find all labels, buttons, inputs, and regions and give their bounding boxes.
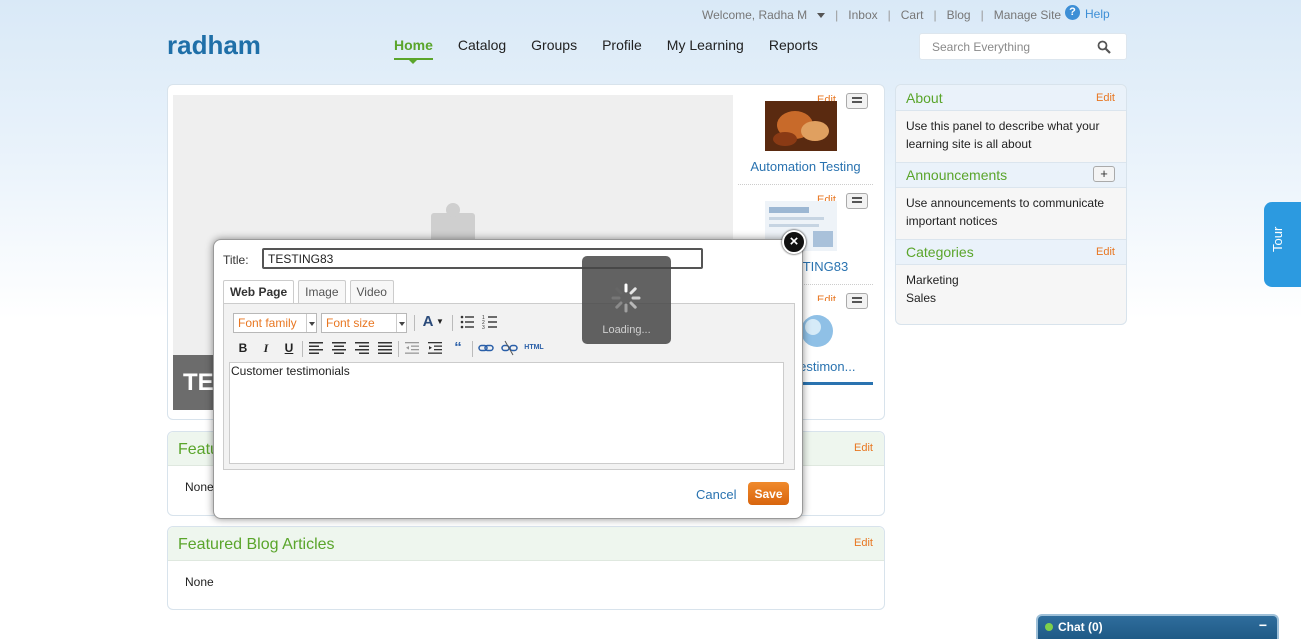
unlink-icon[interactable] (500, 339, 518, 357)
spinner-icon (611, 283, 641, 313)
categories-section: Categories Edit Marketing Sales (896, 239, 1126, 319)
editor-content: Customer testimonials (231, 364, 350, 378)
slide-thumbnail-image[interactable] (765, 101, 837, 151)
tour-label: Tour (1270, 226, 1285, 252)
link-icon[interactable] (477, 339, 495, 357)
featured-blog-edit-link[interactable]: Edit (854, 537, 873, 549)
slide-menu-button[interactable] (846, 293, 868, 309)
search-box (919, 33, 1127, 60)
manage-site-link[interactable]: Manage Site (994, 8, 1061, 22)
align-right-icon[interactable] (353, 339, 371, 357)
loading-text: Loading... (602, 324, 651, 336)
bullet-list-icon[interactable] (458, 313, 476, 331)
about-edit-link[interactable]: Edit (1096, 92, 1115, 104)
featured-courses-empty: None (185, 480, 214, 494)
help-link[interactable]: Help (1085, 7, 1110, 21)
category-item[interactable]: Marketing (906, 271, 1116, 289)
title-label: Title: (223, 253, 249, 267)
nav-my-learning[interactable]: My Learning (667, 37, 744, 60)
outdent-icon[interactable] (403, 339, 421, 357)
sidebar: About Edit Use this panel to describe wh… (895, 84, 1127, 325)
search-icon[interactable] (1097, 40, 1111, 54)
align-left-icon[interactable] (307, 339, 325, 357)
help-icon[interactable]: ? (1065, 5, 1080, 20)
save-button[interactable]: Save (748, 482, 789, 505)
featured-blog-title: Featured Blog Articles (178, 536, 335, 553)
announcements-title: Announcements (906, 167, 1008, 183)
welcome-user-menu[interactable]: Welcome, Radha M (702, 8, 807, 22)
categories-title: Categories (906, 244, 974, 260)
minimize-icon[interactable]: − (1259, 617, 1267, 633)
nav-home[interactable]: Home (394, 37, 433, 64)
nav-profile[interactable]: Profile (602, 37, 642, 60)
cancel-button[interactable]: Cancel (696, 487, 736, 502)
bold-icon[interactable]: B (234, 339, 252, 357)
category-item[interactable]: Sales (906, 289, 1116, 307)
utility-bar: Welcome, Radha M | Inbox | Cart | Blog |… (702, 8, 1062, 22)
svg-text:3: 3 (482, 325, 485, 331)
font-size-select[interactable]: Font size (321, 313, 407, 333)
tab-web-page[interactable]: Web Page (223, 280, 295, 303)
nav-groups[interactable]: Groups (531, 37, 577, 60)
featured-courses-edit-link[interactable]: Edit (854, 442, 873, 454)
font-family-select[interactable]: Font family (233, 313, 317, 333)
italic-icon[interactable]: I (257, 339, 275, 357)
chevron-down-icon[interactable] (817, 12, 826, 18)
cart-link[interactable]: Cart (901, 8, 924, 22)
blog-link[interactable]: Blog (947, 8, 971, 22)
inbox-link[interactable]: Inbox (848, 8, 877, 22)
announcements-text: Use announcements to communicate importa… (906, 196, 1105, 228)
slide-title-link[interactable]: Automation Testing (738, 159, 873, 174)
announcements-section: Announcements + Use announcements to com… (896, 162, 1126, 240)
about-section: About Edit Use this panel to describe wh… (896, 85, 1126, 163)
search-input[interactable] (932, 40, 1092, 54)
site-logo[interactable]: radham (167, 30, 261, 61)
chevron-down-icon[interactable]: ▼ (435, 313, 445, 331)
tab-video[interactable]: Video (349, 280, 394, 303)
numbered-list-icon[interactable]: 123 (481, 313, 499, 331)
editor-toolbar: Font family Font size A ▼ 123 B I U “ HT… (229, 308, 784, 363)
rich-text-editor: Font family Font size A ▼ 123 B I U “ HT… (223, 303, 795, 470)
categories-edit-link[interactable]: Edit (1096, 246, 1115, 258)
about-text: Use this panel to describe what your lea… (906, 119, 1100, 151)
nav-reports[interactable]: Reports (769, 37, 818, 60)
slide-thumb-item[interactable]: Edit Automation Testing (738, 85, 873, 185)
indent-icon[interactable] (426, 339, 444, 357)
online-status-icon (1045, 623, 1053, 631)
underline-icon[interactable]: U (280, 339, 298, 357)
chat-bar[interactable]: Chat (0) − (1036, 614, 1279, 639)
tour-tab[interactable]: Tour (1264, 202, 1301, 287)
editor-content-area[interactable]: Customer testimonials (229, 362, 784, 464)
main-nav: Home Catalog Groups Profile My Learning … (394, 37, 843, 64)
edit-slide-dialog: Title: Web Page Image Video Font family … (213, 239, 803, 519)
slide-menu-button[interactable] (846, 193, 868, 209)
slide-menu-button[interactable] (846, 93, 868, 109)
blockquote-icon[interactable]: “ (449, 339, 467, 357)
loading-indicator: Loading... (582, 256, 671, 344)
html-source-icon[interactable]: HTML (522, 339, 546, 357)
align-justify-icon[interactable] (376, 339, 394, 357)
featured-blog-panel: Featured Blog Articles Edit None (167, 526, 885, 610)
chat-label: Chat (0) (1058, 620, 1103, 634)
align-center-icon[interactable] (330, 339, 348, 357)
tab-image[interactable]: Image (298, 280, 346, 303)
content-type-tabs: Web Page Image Video (223, 280, 398, 303)
add-announcement-button[interactable]: + (1093, 166, 1115, 182)
close-icon[interactable]: × (782, 230, 806, 254)
nav-catalog[interactable]: Catalog (458, 37, 506, 60)
about-title: About (906, 90, 943, 106)
featured-blog-empty: None (185, 575, 214, 589)
slide-caption: TE (173, 355, 213, 410)
